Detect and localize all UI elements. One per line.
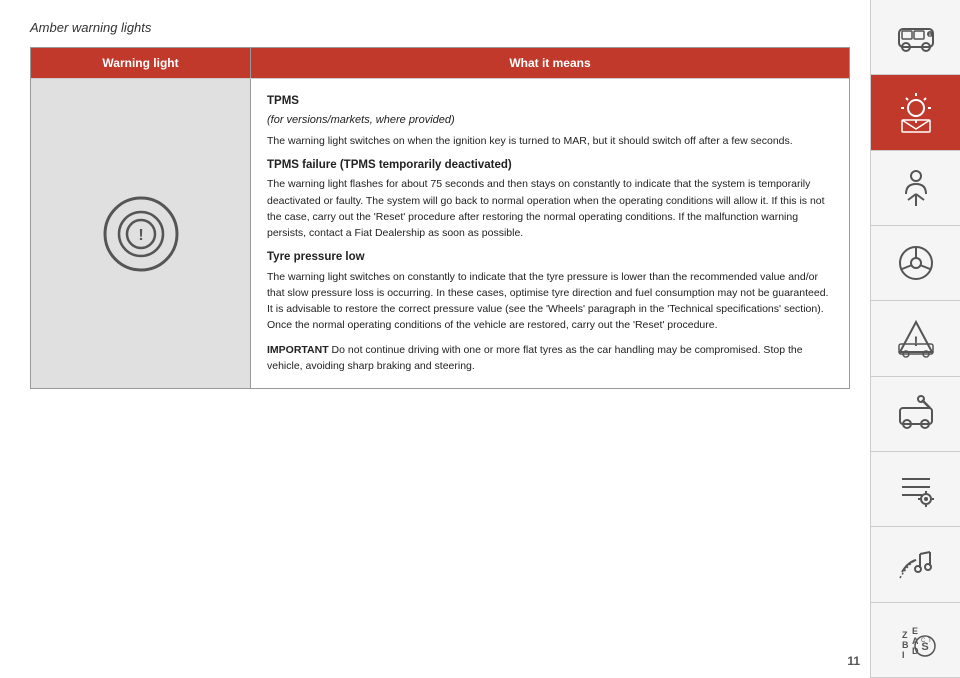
warning-lights-icon xyxy=(894,90,938,134)
svg-text:T: T xyxy=(928,638,932,644)
tpms-warning-icon: ! xyxy=(101,194,181,274)
page-number: 11 xyxy=(847,654,860,668)
sidebar-item-steering[interactable] xyxy=(870,226,960,301)
svg-text:Z: Z xyxy=(902,630,908,640)
section1-subtitle: (for versions/markets, where provided) xyxy=(267,112,833,129)
section3-title: Tyre pressure low xyxy=(267,249,833,266)
table-row: ! TPMS (for versions/markets, where prov… xyxy=(31,78,849,388)
svg-text:!: ! xyxy=(913,333,918,349)
sidebar-item-breakdown[interactable]: ! xyxy=(870,301,960,376)
section1-body: The warning light switches on when the i… xyxy=(267,133,833,149)
page-title: Amber warning lights xyxy=(30,20,850,35)
section1-title: TPMS xyxy=(267,93,833,110)
settings-icon xyxy=(894,467,938,511)
sidebar-item-safety[interactable] xyxy=(870,151,960,226)
maintenance-icon xyxy=(894,392,938,436)
svg-text:E: E xyxy=(912,626,918,636)
sidebar-item-navigation[interactable] xyxy=(870,527,960,602)
important-note: IMPORTANT Do not continue driving with o… xyxy=(267,342,833,375)
text-cell: TPMS (for versions/markets, where provid… xyxy=(251,79,849,388)
icon-cell: ! xyxy=(31,79,251,388)
sidebar-item-index[interactable]: Z E B A I D S C T xyxy=(870,603,960,678)
navigation-icon xyxy=(894,542,938,586)
svg-text:I: I xyxy=(902,650,905,660)
breakdown-icon: ! xyxy=(894,316,938,360)
sidebar-item-car-info[interactable]: i xyxy=(870,0,960,75)
safety-icon xyxy=(894,166,938,210)
warning-table: Warning light What it means ! xyxy=(30,47,850,389)
sidebar-item-settings[interactable] xyxy=(870,452,960,527)
index-icon: Z E B A I D S C T xyxy=(894,618,938,662)
section3-body: The warning light switches on constantly… xyxy=(267,269,833,334)
sidebar: i xyxy=(870,0,960,678)
main-content: Amber warning lights Warning light What … xyxy=(0,0,870,678)
svg-text:B: B xyxy=(902,640,909,650)
car-info-icon: i xyxy=(894,15,938,59)
col-header-warning: Warning light xyxy=(31,48,251,78)
section2-body: The warning light flashes for about 75 s… xyxy=(267,176,833,241)
sidebar-item-warning-lights[interactable] xyxy=(870,75,960,150)
col-header-meaning: What it means xyxy=(251,48,849,78)
svg-text:C: C xyxy=(921,638,926,644)
table-header: Warning light What it means xyxy=(31,48,849,78)
sidebar-item-maintenance[interactable] xyxy=(870,377,960,452)
steering-icon xyxy=(894,241,938,285)
svg-text:!: ! xyxy=(138,227,143,244)
section2-title: TPMS failure (TPMS temporarily deactivat… xyxy=(267,157,833,174)
